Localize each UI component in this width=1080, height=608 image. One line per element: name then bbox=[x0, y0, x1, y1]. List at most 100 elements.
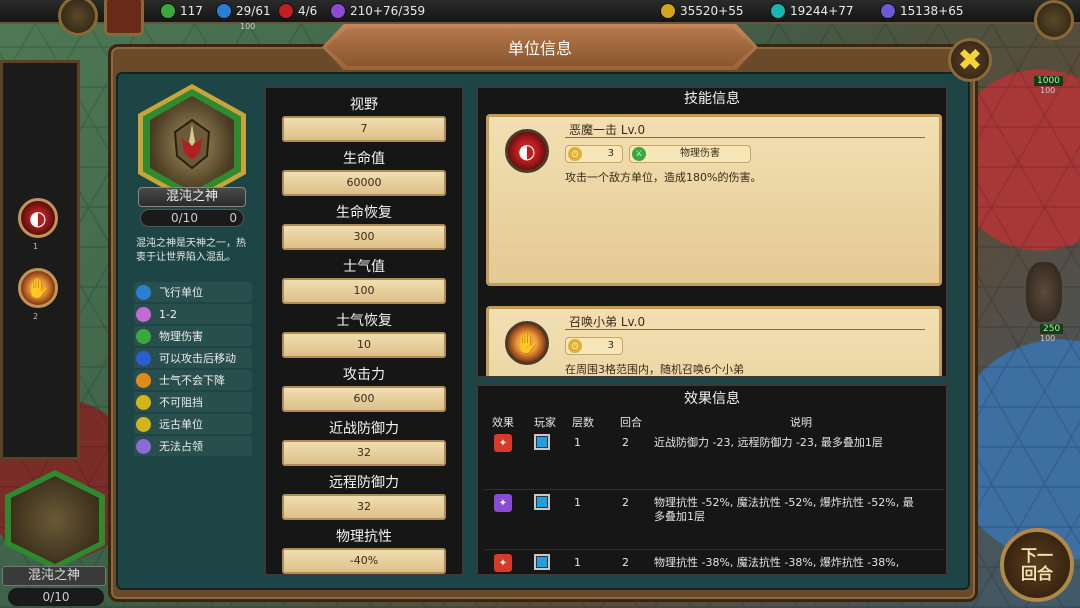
skill-card: ◐ 恶魔一击 Lv.0 ◷ 3 ⚔ 物理伤害 攻击一个敌方单位，造成180%的伤… bbox=[486, 114, 942, 286]
divider bbox=[565, 329, 925, 330]
sword-icon bbox=[136, 328, 151, 344]
map-unit-sub: 100 bbox=[1040, 86, 1056, 95]
resource-bar: 117 29/61 4/6 210+76/359 35520+55 19244+… bbox=[0, 0, 1080, 24]
effect-row: ✦ 1 2 物理抗性 -38%, 魔法抗性 -38%, 爆炸抗性 -38%, bbox=[484, 552, 944, 574]
mana-icon bbox=[880, 3, 896, 19]
range-icon bbox=[136, 306, 151, 322]
resource-mana: 15138+65 bbox=[880, 2, 964, 20]
player-color-icon bbox=[534, 434, 550, 450]
trait-label: 士气不会下降 bbox=[159, 374, 225, 387]
effect-stacks: 1 bbox=[574, 496, 581, 509]
map-unit-hp: 250 bbox=[1040, 324, 1064, 334]
map-unit-hp: 1000 bbox=[1034, 76, 1063, 86]
stat-label: 物理抗性 bbox=[336, 529, 392, 545]
faith-icon bbox=[330, 3, 346, 19]
side-skill-demon-strike[interactable]: ◐ bbox=[18, 198, 58, 238]
population-icon bbox=[216, 3, 232, 19]
trait-item: 1-2 bbox=[134, 304, 252, 324]
trait-label: 1-2 bbox=[159, 307, 177, 321]
army-icon bbox=[278, 3, 294, 19]
effect-turns: 2 bbox=[622, 436, 629, 449]
stat-label: 士气值 bbox=[343, 259, 385, 275]
no-capture-icon bbox=[136, 438, 151, 454]
col-description: 说明 bbox=[790, 416, 812, 429]
effect-turns: 2 bbox=[622, 556, 629, 569]
panel-title: 单位信息 bbox=[507, 39, 572, 58]
col-stacks: 层数 bbox=[572, 416, 594, 429]
effect-stacks: 1 bbox=[574, 436, 581, 449]
selected-unit-count: 0/10 bbox=[8, 588, 104, 606]
stat-label: 近战防御力 bbox=[329, 421, 399, 437]
col-turns: 回合 bbox=[620, 416, 642, 429]
divider bbox=[565, 137, 925, 138]
close-button[interactable]: ✖ bbox=[948, 38, 992, 82]
trait-label: 物理伤害 bbox=[159, 330, 203, 343]
stat-value: 60000 bbox=[282, 170, 446, 196]
effect-turns: 2 bbox=[622, 496, 629, 509]
resource-population: 29/61 bbox=[216, 2, 271, 20]
trait-item: 可以攻击后移动 bbox=[134, 348, 252, 368]
close-icon: ✖ bbox=[957, 42, 983, 78]
stat-label: 生命恢复 bbox=[336, 205, 392, 221]
stat-label: 远程防御力 bbox=[329, 475, 399, 491]
trait-label: 飞行单位 bbox=[159, 286, 203, 299]
trait-item: 远古单位 bbox=[134, 414, 252, 434]
unit-queue-panel bbox=[0, 60, 80, 460]
effect-row: ✦ 1 2 物理抗性 -52%, 魔法抗性 -52%, 爆炸抗性 -52%, 最多叠加… bbox=[484, 492, 944, 550]
skill-name: 恶魔一击 Lv.0 bbox=[569, 123, 646, 137]
trait-label: 可以攻击后移动 bbox=[159, 352, 236, 365]
enemy-unit-sprite[interactable] bbox=[1026, 262, 1062, 322]
col-effect: 效果 bbox=[492, 416, 514, 429]
next-turn-button[interactable]: 下一回合 bbox=[1000, 528, 1074, 602]
side-skill-summon[interactable]: ✋ bbox=[18, 268, 58, 308]
trait-item: 飞行单位 bbox=[134, 282, 252, 302]
stat-value: 600 bbox=[282, 386, 446, 412]
trait-list: 飞行单位 1-2 物理伤害 可以攻击后移动 士气不会下降 不可阻挡 远古单位 无法占领 bbox=[134, 282, 252, 458]
effect-icon: ✦ bbox=[494, 434, 512, 452]
summon-icon: ✋ bbox=[25, 276, 51, 300]
effect-stacks: 1 bbox=[574, 556, 581, 569]
damage-type-badge: ⚔ 物理伤害 bbox=[629, 145, 751, 163]
gold-icon bbox=[660, 3, 676, 19]
summon-icon: ✋ bbox=[505, 321, 549, 365]
unit-count: 0/10 0 bbox=[140, 209, 244, 227]
stat-label: 生命值 bbox=[343, 151, 385, 167]
effect-description: 物理抗性 -38%, 魔法抗性 -38%, 爆炸抗性 -38%, bbox=[654, 556, 900, 569]
skill-card: ✋ 召唤小弟 Lv.0 ◷ 3 在周围3格范围内，随机召唤6个小弟 bbox=[486, 306, 942, 376]
stat-value: -40% bbox=[282, 548, 446, 574]
stat-value: 32 bbox=[282, 440, 446, 466]
map-unit-sub: 100 bbox=[1040, 334, 1056, 343]
resource-faith: 210+76/359 bbox=[330, 2, 425, 20]
stat-value: 10 bbox=[282, 332, 446, 358]
clock-icon: ◷ bbox=[568, 147, 582, 161]
unstoppable-icon bbox=[136, 394, 151, 410]
cooldown-badge: ◷ 3 bbox=[565, 145, 623, 163]
morale-icon bbox=[136, 372, 151, 388]
skills-title: 技能信息 bbox=[684, 91, 740, 107]
effects-header: 效果 玩家 层数 回合 说明 bbox=[478, 414, 946, 430]
resource-gems: 19244+77 bbox=[770, 2, 854, 20]
effect-icon: ✦ bbox=[494, 554, 512, 572]
stat-label: 攻击力 bbox=[343, 367, 385, 383]
resource-army: 4/6 bbox=[278, 2, 317, 20]
resource-food: 117 bbox=[160, 2, 203, 20]
unit-description: 混沌之神是天神之一，热衷于让世界陷入混乱。 bbox=[136, 238, 246, 263]
skills-panel: 技能信息 ◐ 恶魔一击 Lv.0 ◷ 3 ⚔ 物理伤害 攻击一个敌方单位，造成1… bbox=[476, 86, 948, 378]
trait-item: 不可阻挡 bbox=[134, 392, 252, 412]
side-skill-count: 1 bbox=[33, 242, 39, 251]
trait-item: 物理伤害 bbox=[134, 326, 252, 346]
cooldown-badge: ◷ 3 bbox=[565, 337, 623, 355]
demon-strike-icon: ◐ bbox=[505, 129, 549, 173]
food-icon bbox=[160, 3, 176, 19]
settings-gear-button[interactable] bbox=[1034, 0, 1074, 40]
move-icon bbox=[136, 350, 151, 366]
player-color-icon bbox=[534, 554, 550, 570]
stats-panel: 视野 7 生命值 60000 生命恢复 300 士气值 100 士气恢复 10 攻击力 600 近战防御… bbox=[264, 86, 464, 576]
trait-item: 士气不会下降 bbox=[134, 370, 252, 390]
effect-description: 物理抗性 -52%, 魔法抗性 -52%, 爆炸抗性 -52%, 最多叠加1层 bbox=[654, 496, 914, 523]
stat-label: 视野 bbox=[350, 97, 378, 113]
unit-name: 混沌之神 bbox=[138, 187, 246, 207]
stat-value: 32 bbox=[282, 494, 446, 520]
stat-value: 300 bbox=[282, 224, 446, 250]
shop-button[interactable] bbox=[104, 0, 144, 36]
